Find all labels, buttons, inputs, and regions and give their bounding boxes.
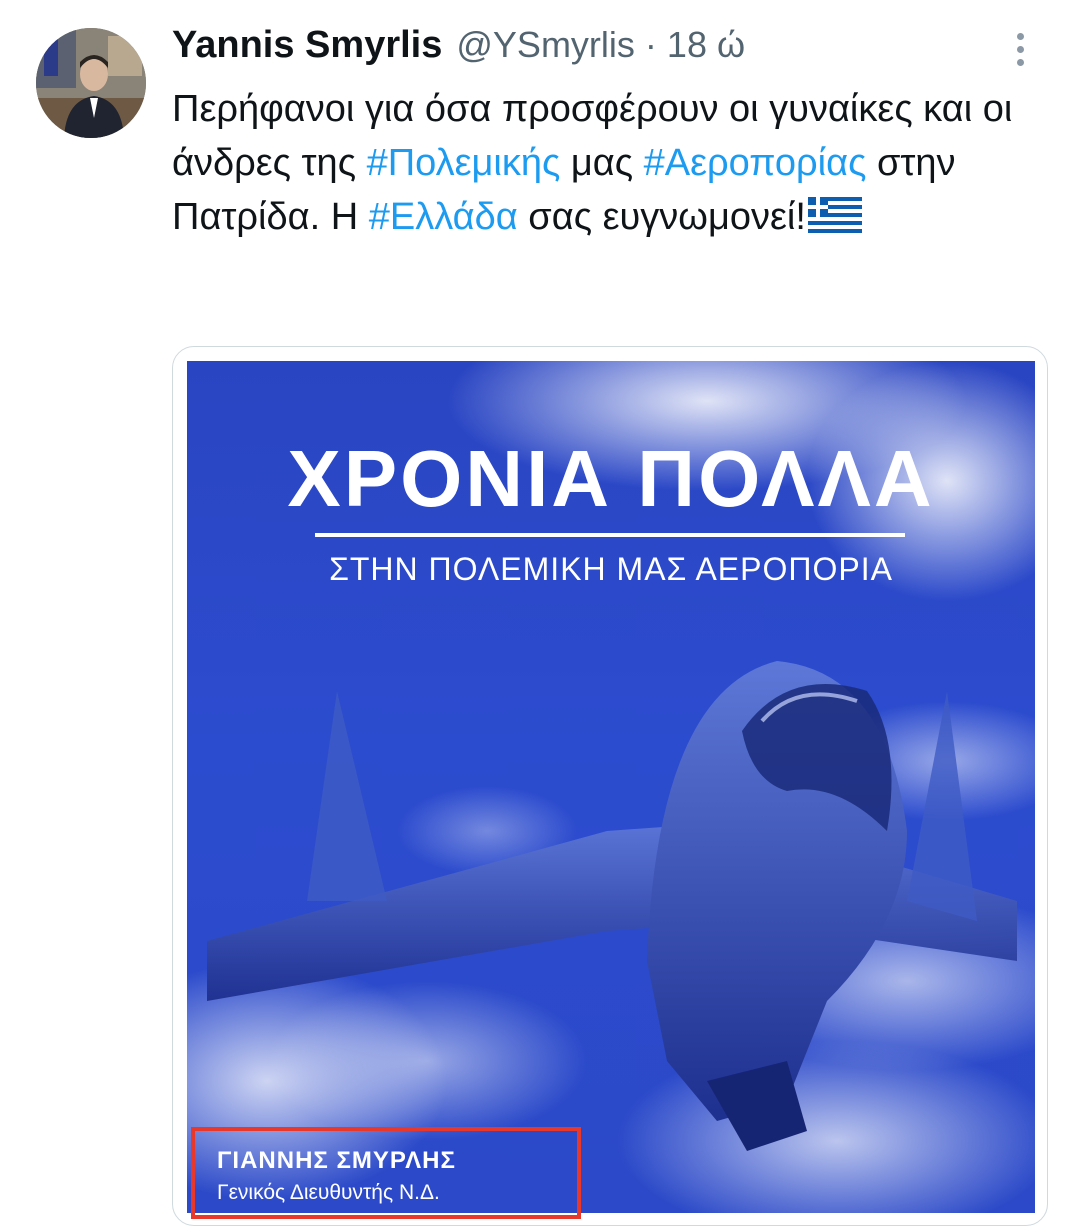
tweet-timestamp[interactable]: 18 ώ — [667, 24, 745, 66]
poster-image: ΧΡΟΝΙΑ ΠΟΛΛΑ ΣΤΗΝ ΠΟΛΕΜΙΚΗ ΜΑΣ ΑΕΡΟΠΟΡΙΑ — [187, 361, 1035, 1213]
author-avatar[interactable] — [36, 28, 146, 138]
tweet-media[interactable]: ΧΡΟΝΙΑ ΠΟΛΛΑ ΣΤΗΝ ΠΟΛΕΜΙΚΗ ΜΑΣ ΑΕΡΟΠΟΡΙΑ… — [172, 346, 1048, 1226]
poster-title: ΧΡΟΝΙΑ ΠΟΛΛΑ — [287, 434, 935, 523]
header-separator: · — [644, 24, 657, 65]
tweet-text-part: μας — [560, 142, 644, 184]
hashtag-link[interactable]: #Πολεμικής — [367, 142, 561, 184]
tweet-text-part: σας ευγνωμονεί! — [517, 196, 806, 238]
author-handle[interactable]: @YSmyrlis — [456, 24, 635, 66]
tweet-header: Yannis Smyrlis @YSmyrlis · 18 ώ — [172, 24, 1056, 74]
hashtag-link[interactable]: #Ελλάδα — [369, 196, 518, 238]
signature-role: Γενικός Διευθυντής Ν.Δ. — [217, 1181, 440, 1204]
greece-flag-icon — [807, 197, 862, 233]
poster-subtitle: ΣΤΗΝ ΠΟΛΕΜΙΚΗ ΜΑΣ ΑΕΡΟΠΟΡΙΑ — [329, 551, 893, 587]
more-options-icon[interactable] — [1000, 24, 1040, 74]
avatar-photo — [36, 28, 146, 138]
hashtag-link[interactable]: #Αεροπορίας — [644, 142, 867, 184]
author-name[interactable]: Yannis Smyrlis — [172, 24, 442, 67]
tweet-text: Περήφανοι για όσα προσφέρουν οι γυναίκες… — [172, 82, 1052, 244]
poster-divider — [315, 533, 905, 537]
signature-name: ΓΙΑΝΝΗΣ ΣΜΥΡΛΗΣ — [217, 1147, 456, 1174]
